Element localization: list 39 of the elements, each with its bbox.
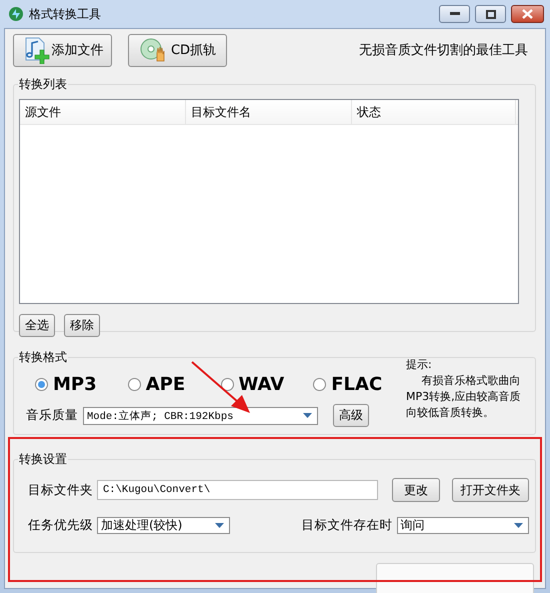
maximize-button[interactable] xyxy=(475,5,506,23)
exists-dropdown[interactable]: 询问 xyxy=(396,517,529,534)
list-button[interactable]: 全选 xyxy=(19,314,55,337)
tagline: 无损音质文件切割的最佳工具 xyxy=(359,42,528,59)
column-header[interactable]: 目标文件名 xyxy=(186,100,352,124)
format-radio[interactable]: APE xyxy=(128,374,220,395)
priority-dropdown[interactable]: 加速处理(较快) xyxy=(97,517,230,534)
list-button[interactable]: 移除 xyxy=(64,314,100,337)
group-title: 转换列表 xyxy=(18,76,68,93)
toolbar-button[interactable]: CD抓轨 xyxy=(128,34,227,66)
minimize-button[interactable] xyxy=(439,5,470,23)
dropdown-caret-icon xyxy=(514,523,523,528)
dropdown-caret-icon xyxy=(303,413,312,418)
format-radio[interactable]: MP3 xyxy=(35,374,128,395)
close-icon xyxy=(522,9,533,19)
folder-label: 目标文件夹 xyxy=(28,482,93,498)
group-title: 转换格式 xyxy=(18,349,68,366)
close-button[interactable] xyxy=(511,5,544,23)
group-title: 转换设置 xyxy=(18,451,68,468)
dropdown-caret-icon xyxy=(214,523,224,528)
minimize-icon xyxy=(450,12,460,16)
change-button[interactable]: 更改 xyxy=(392,478,440,502)
hint-text: 有损音乐格式歌曲向MP3转换,应由较高音质向较低音质转换。 xyxy=(406,373,522,421)
advanced-button[interactable]: 高级 xyxy=(333,404,369,427)
format-radio[interactable]: WAV xyxy=(220,374,314,395)
column-header[interactable]: 状态 xyxy=(352,100,516,124)
exists-label: 目标文件存在时 xyxy=(302,517,392,534)
open-folder-button[interactable]: 打开文件夹 xyxy=(452,478,530,502)
quality-label: 音乐质量 xyxy=(26,407,78,424)
priority-label: 任务优先级 xyxy=(28,517,93,534)
maximize-icon xyxy=(486,10,496,18)
folder-field[interactable]: C:\Kugou\Convert\ xyxy=(97,480,378,500)
toolbar-button[interactable]: 添加文件 xyxy=(13,34,112,66)
format-radio[interactable]: FLAC xyxy=(313,374,406,395)
app-logo-icon xyxy=(8,6,24,22)
window-title: 格式转换工具 xyxy=(29,6,101,22)
column-header[interactable]: 源文件 xyxy=(20,100,186,124)
hint-title: 提示: xyxy=(406,357,433,373)
quality-dropdown[interactable]: Mode:立体声; CBR:192Kbps xyxy=(83,406,318,424)
